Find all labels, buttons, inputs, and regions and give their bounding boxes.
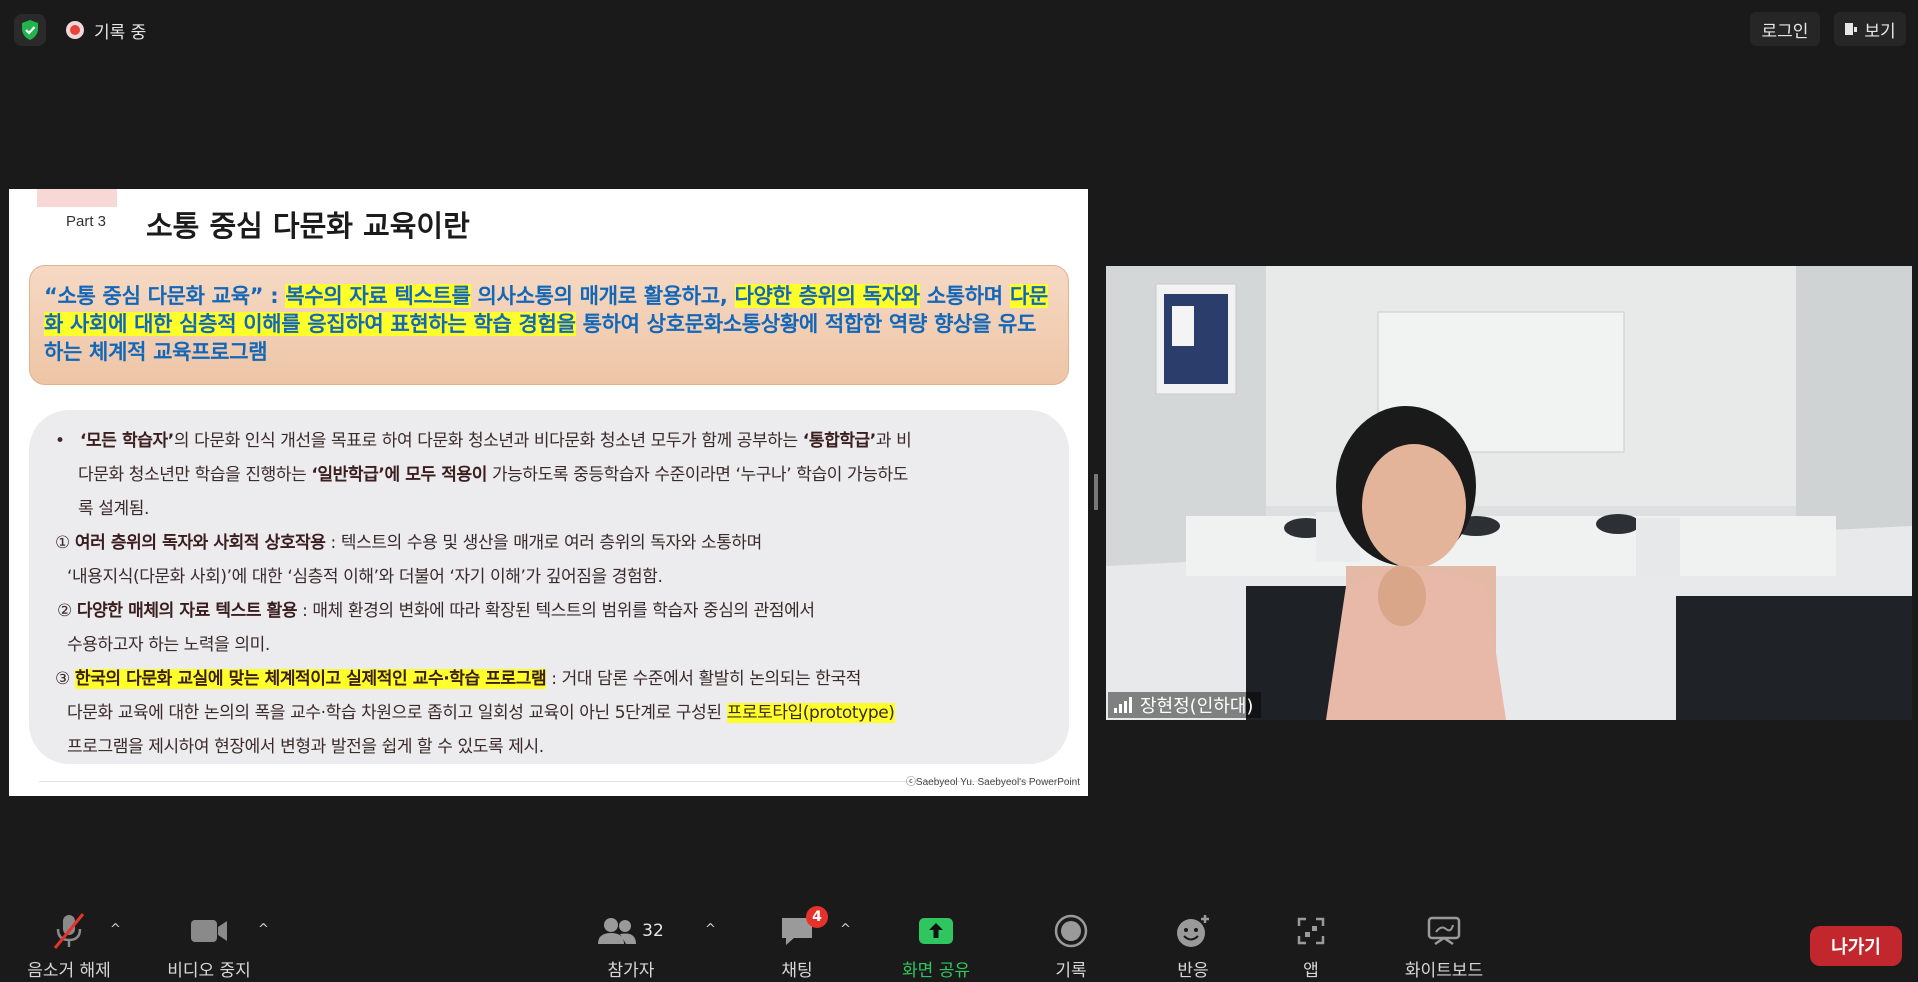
body-text: 가능하도록 중등학습자 수준이라면 ‘누구나’ 학습이 가능하도 (486, 465, 908, 485)
item-line: 프로그램을 제시하여 현장에서 변형과 발전을 쉽게 할 수 있도록 제시. (51, 730, 1049, 764)
item-number: ① (55, 533, 70, 553)
bold-text: ‘모든 학습자’ (80, 431, 174, 451)
record-button[interactable]: 기록 (1044, 910, 1098, 981)
description-box: • ‘모든 학습자’의 다문화 인식 개선을 목표로 하여 다문화 청소년과 비다… (29, 410, 1069, 764)
body-text: 의 다문화 인식 개선을 목표로 하여 다문화 청소년과 비다문화 청소년 모두… (173, 431, 803, 451)
body-text: 과 비 (875, 431, 912, 451)
muted-microphone-icon (51, 910, 87, 952)
bold-highlight-text: 한국의 다문화 교실에 맞는 체계적이고 실제적인 교수·학습 프로그램 (74, 669, 547, 689)
participants-count: 32 (642, 921, 664, 941)
body-text: 프로그램을 제시하여 현장에서 변형과 발전을 쉽게 할 수 있도록 제시. (67, 737, 544, 757)
participant-name-tag: 장현정(인하대) (1108, 692, 1262, 718)
share-screen-icon (917, 910, 955, 952)
bold-text: ‘통합학급’ (802, 431, 876, 451)
body-text: 다문화 청소년만 학습을 진행하는 (78, 465, 312, 485)
highlight-text: 프로토타입(prototype) (726, 703, 895, 723)
bullet-marker: • (55, 431, 65, 451)
recording-dot-icon (66, 21, 84, 39)
recording-label: 기록 중 (94, 22, 147, 43)
item-number: ③ (55, 669, 70, 689)
record-icon (1054, 910, 1088, 952)
participant-video[interactable]: 장현정(인하대) (1106, 266, 1912, 720)
reactions-button[interactable]: 반응 (1166, 910, 1220, 981)
body-text: 록 설계됨. (78, 499, 149, 519)
bold-text: 다양한 매체의 자료 텍스트 활용 (76, 601, 298, 621)
body-text: ‘내용지식(다문화 사회)’에 대한 ‘심층적 이해’와 더불어 ‘자기 이해’… (67, 567, 663, 587)
item-line: ③ 한국의 다문화 교실에 맞는 체계적이고 실제적인 교수·학습 프로그램 :… (51, 662, 1049, 696)
item-line: ① 여러 층위의 독자와 사회적 상호작용 : 텍스트의 수용 및 생산을 매개… (51, 526, 1049, 560)
share-screen-label: 화면 공유 (902, 961, 970, 981)
share-screen-button[interactable]: 화면 공유 (896, 910, 976, 981)
chat-label: 채팅 (781, 961, 813, 981)
leave-meeting-button[interactable]: 나가기 (1810, 926, 1902, 966)
apps-label: 앱 (1303, 961, 1319, 981)
item-line: 수용하고자 하는 노력을 의미. (51, 628, 1049, 662)
bullet-line: • ‘모든 학습자’의 다문화 인식 개선을 목표로 하여 다문화 청소년과 비다… (51, 424, 1049, 458)
definition-box: “소통 중심 다문화 교육” : 복수의 자료 텍스트를 의사소통의 매개로 활… (29, 265, 1069, 385)
recording-indicator[interactable]: 기록 중 (66, 16, 146, 44)
definition-text: 의사소통의 매개로 활용하고, (470, 284, 735, 308)
chat-button[interactable]: 4 채팅 (764, 906, 830, 981)
whiteboard-icon (1427, 910, 1461, 952)
body-text: : 텍스트의 수용 및 생산을 매개로 여러 층위의 독자와 소통하며 (325, 533, 763, 553)
view-layout-icon (1845, 23, 1858, 35)
whiteboard-label: 화이트보드 (1404, 961, 1484, 981)
video-frame-image (1106, 266, 1912, 720)
definition-text: “소통 중심 다문화 교육” : (44, 284, 286, 308)
unmute-button[interactable]: 음소거 해제 (20, 910, 118, 981)
connection-signal-icon (1114, 697, 1132, 713)
unmute-label: 음소거 해제 (27, 961, 111, 981)
apps-icon (1296, 910, 1326, 952)
participants-button[interactable]: 32 참가자 (596, 910, 666, 981)
chat-options-caret-icon[interactable]: ^ (840, 922, 851, 937)
slide-part-label: Part 3 (66, 213, 107, 230)
body-text: 다문화 교육에 대한 논의의 폭을 교수·학습 차원으로 좁히고 일회성 교육이… (67, 703, 727, 723)
reactions-label: 반응 (1177, 961, 1209, 981)
item-line: 다문화 교육에 대한 논의의 폭을 교수·학습 차원으로 좁히고 일회성 교육이… (51, 696, 1049, 730)
chat-icon: 4 (780, 906, 828, 952)
definition-highlight: 복수의 자료 텍스트를 (285, 284, 471, 308)
slide-title: 소통 중심 다문화 교육이란 (146, 209, 470, 243)
apps-button[interactable]: 앱 (1296, 910, 1326, 981)
item-line: ② 다양한 매체의 자료 텍스트 활용 : 매체 환경의 변화에 따라 확장된 … (51, 594, 1049, 628)
stop-video-label: 비디오 중지 (167, 961, 251, 981)
slide-accent (37, 189, 117, 207)
whiteboard-button[interactable]: 화이트보드 (1398, 910, 1490, 981)
login-label: 로그인 (1761, 21, 1809, 42)
body-text: : 매체 환경의 변화에 따라 확장된 텍스트의 범위를 학습자 중심의 관점에… (297, 601, 815, 621)
definition-text: 소통하며 (919, 284, 1010, 308)
audio-options-caret-icon[interactable]: ^ (110, 922, 121, 937)
view-label: 보기 (1864, 21, 1896, 42)
video-options-caret-icon[interactable]: ^ (258, 922, 269, 937)
item-line: ‘내용지식(다문화 사회)’에 대한 ‘심층적 이해’와 더불어 ‘자기 이해’… (51, 560, 1049, 594)
record-label: 기록 (1055, 961, 1087, 981)
participant-name: 장현정(인하대) (1140, 696, 1254, 717)
view-button[interactable]: 보기 (1834, 12, 1906, 46)
leave-label: 나가기 (1831, 937, 1881, 958)
body-text: : 거대 담론 수준에서 활발히 논의되는 한국적 (546, 669, 861, 689)
login-button[interactable]: 로그인 (1750, 12, 1820, 46)
bold-text: 여러 층위의 독자와 사회적 상호작용 (74, 533, 326, 553)
chat-unread-badge: 4 (806, 906, 828, 928)
bullet-line: 록 설계됨. (51, 492, 1049, 526)
security-shield-icon[interactable] (14, 14, 46, 46)
reaction-smiley-icon (1175, 910, 1211, 952)
video-camera-icon (190, 910, 228, 952)
body-text: 수용하고자 하는 노력을 의미. (67, 635, 270, 655)
panel-resize-handle[interactable] (1094, 474, 1098, 510)
participants-icon: 32 (598, 910, 664, 952)
definition-highlight: 다양한 층위의 독자와 (734, 284, 920, 308)
bold-text: ‘일반학급’에 모두 적용이 (311, 465, 487, 485)
item-number: ② (57, 601, 72, 621)
shared-screen-slide: Part 3 소통 중심 다문화 교육이란 “소통 중심 다문화 교육” : 복… (9, 189, 1088, 796)
slide-copyright: ⓒSaebyeol Yu. Saebyeol's PowerPoint (905, 777, 1080, 788)
bullet-line: 다문화 청소년만 학습을 진행하는 ‘일반학급’에 모두 적용이 가능하도록 중… (51, 458, 1049, 492)
participants-label: 참가자 (607, 961, 655, 981)
participants-options-caret-icon[interactable]: ^ (705, 922, 716, 937)
stop-video-button[interactable]: 비디오 중지 (160, 910, 258, 981)
